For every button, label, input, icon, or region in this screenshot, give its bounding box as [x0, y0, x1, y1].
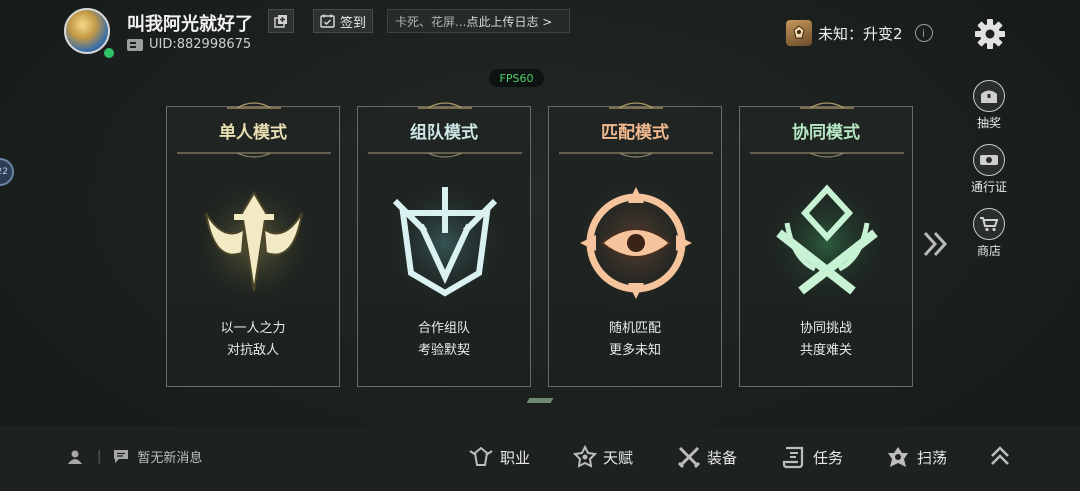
mode-desc-line2: 对抗敌人 — [226, 343, 279, 358]
card-divider-ornament — [750, 152, 904, 158]
coop-swords-icon — [759, 175, 895, 311]
side-shop-label: 商店 — [976, 244, 1001, 258]
friends-icon[interactable] — [67, 449, 83, 465]
mode-desc-line2: 考验默契 — [417, 343, 470, 358]
nav-equipment-label: 装备 — [707, 448, 738, 467]
team-shield-icon — [377, 175, 513, 311]
fps-counter: FPS60 — [489, 69, 544, 87]
mode-card-title: 单人模式 — [219, 122, 287, 143]
mode-desc-line1: 合作组队 — [417, 321, 470, 336]
online-status-dot — [102, 46, 116, 60]
nav-sweep-button[interactable]: 扫荡 — [885, 445, 947, 469]
mode-card-description: 随机匹配 更多未知 — [549, 318, 721, 362]
settings-gear-icon[interactable] — [974, 18, 1006, 50]
shop-cart-icon — [973, 208, 1005, 240]
nav-class-label: 职业 — [500, 448, 531, 467]
mode-desc-line1: 以一人之力 — [220, 321, 286, 336]
nav-talent-button[interactable]: 天赋 — [573, 445, 633, 469]
card-divider-ornament — [368, 152, 522, 158]
copy-icon — [274, 15, 287, 28]
calendar-check-icon — [320, 14, 335, 28]
side-lottery-label: 抽奖 — [976, 116, 1001, 130]
match-eye-icon — [568, 175, 704, 311]
nav-quest-button[interactable]: 任务 — [781, 445, 843, 469]
message-icon — [114, 450, 129, 463]
chat-area[interactable]: | 暂无新消息 — [67, 447, 202, 466]
side-lottery-button[interactable]: 抽奖 — [967, 80, 1011, 131]
upload-log-button[interactable]: 卡死、花屏... 点此上传日志 > — [387, 9, 570, 33]
side-pass-label: 通行证 — [970, 180, 1007, 194]
nav-class-button[interactable]: 职业 — [468, 445, 530, 469]
solo-crest-icon — [186, 175, 322, 311]
mode-desc-line1: 协同挑战 — [799, 321, 852, 336]
checkin-button[interactable]: 签到 — [313, 9, 373, 33]
mode-card-title: 组队模式 — [410, 122, 478, 143]
mode-card-team[interactable]: 组队模式 合作组队 考验默契 — [357, 102, 531, 387]
nav-equipment-button[interactable]: 装备 — [677, 445, 737, 469]
mode-card-match[interactable]: 匹配模式 随机匹配 更多未知 — [548, 102, 722, 387]
expand-chevron-up-icon[interactable] — [988, 444, 1012, 468]
talent-icon — [573, 445, 597, 468]
mode-card-solo[interactable]: 单人模式 以一人之力 对抗敌人 — [166, 102, 340, 387]
mode-card-coop[interactable]: 协同模式 协同挑战 共度难关 — [739, 102, 913, 387]
uid-row: UID:882998675 — [127, 37, 251, 52]
mode-card-title: 匹配模式 — [601, 122, 669, 143]
rank-badge-icon — [786, 20, 812, 46]
left-edge-bubble[interactable]: 22 — [0, 158, 14, 186]
rank-display[interactable]: 未知：升变2 i — [786, 20, 933, 46]
copy-button[interactable] — [268, 9, 294, 33]
lottery-chest-icon — [973, 80, 1005, 112]
mode-card-title: 协同模式 — [792, 122, 860, 143]
id-card-icon — [127, 38, 143, 51]
quest-scroll-icon — [782, 446, 804, 469]
log-prefix: 卡死、花屏... — [395, 14, 467, 29]
equipment-icon — [677, 446, 701, 469]
mode-desc-line2: 更多未知 — [608, 343, 661, 358]
uid-text: UID:882998675 — [149, 37, 252, 52]
mode-desc-line2: 共度难关 — [799, 343, 852, 358]
nav-quest-label: 任务 — [813, 448, 844, 467]
nav-sweep-label: 扫荡 — [917, 448, 948, 467]
chat-status-text: 暂无新消息 — [137, 451, 203, 466]
info-icon[interactable]: i — [914, 24, 933, 42]
card-divider-ornament — [559, 152, 713, 158]
page-indicator — [526, 398, 554, 403]
sweep-icon — [888, 447, 908, 467]
side-pass-button[interactable]: 通行证 — [967, 144, 1011, 195]
chat-divider: | — [97, 449, 102, 464]
player-name: 叫我阿光就好了 — [127, 14, 253, 35]
mode-desc-line1: 随机匹配 — [608, 321, 661, 336]
mode-card-description: 协同挑战 共度难关 — [740, 318, 912, 362]
card-divider-ornament — [177, 152, 331, 158]
next-page-double-chevron-icon[interactable] — [922, 229, 950, 259]
pass-icon — [973, 144, 1005, 176]
log-link: 点此上传日志 > — [466, 14, 553, 29]
nav-talent-label: 天赋 — [603, 448, 634, 467]
checkin-label: 签到 — [339, 15, 366, 31]
side-shop-button[interactable]: 商店 — [967, 208, 1011, 259]
rank-label: 未知：升变2 — [818, 24, 903, 43]
mode-card-description: 以一人之力 对抗敌人 — [167, 318, 339, 362]
mode-card-description: 合作组队 考验默契 — [358, 318, 530, 362]
class-icon — [469, 446, 493, 466]
